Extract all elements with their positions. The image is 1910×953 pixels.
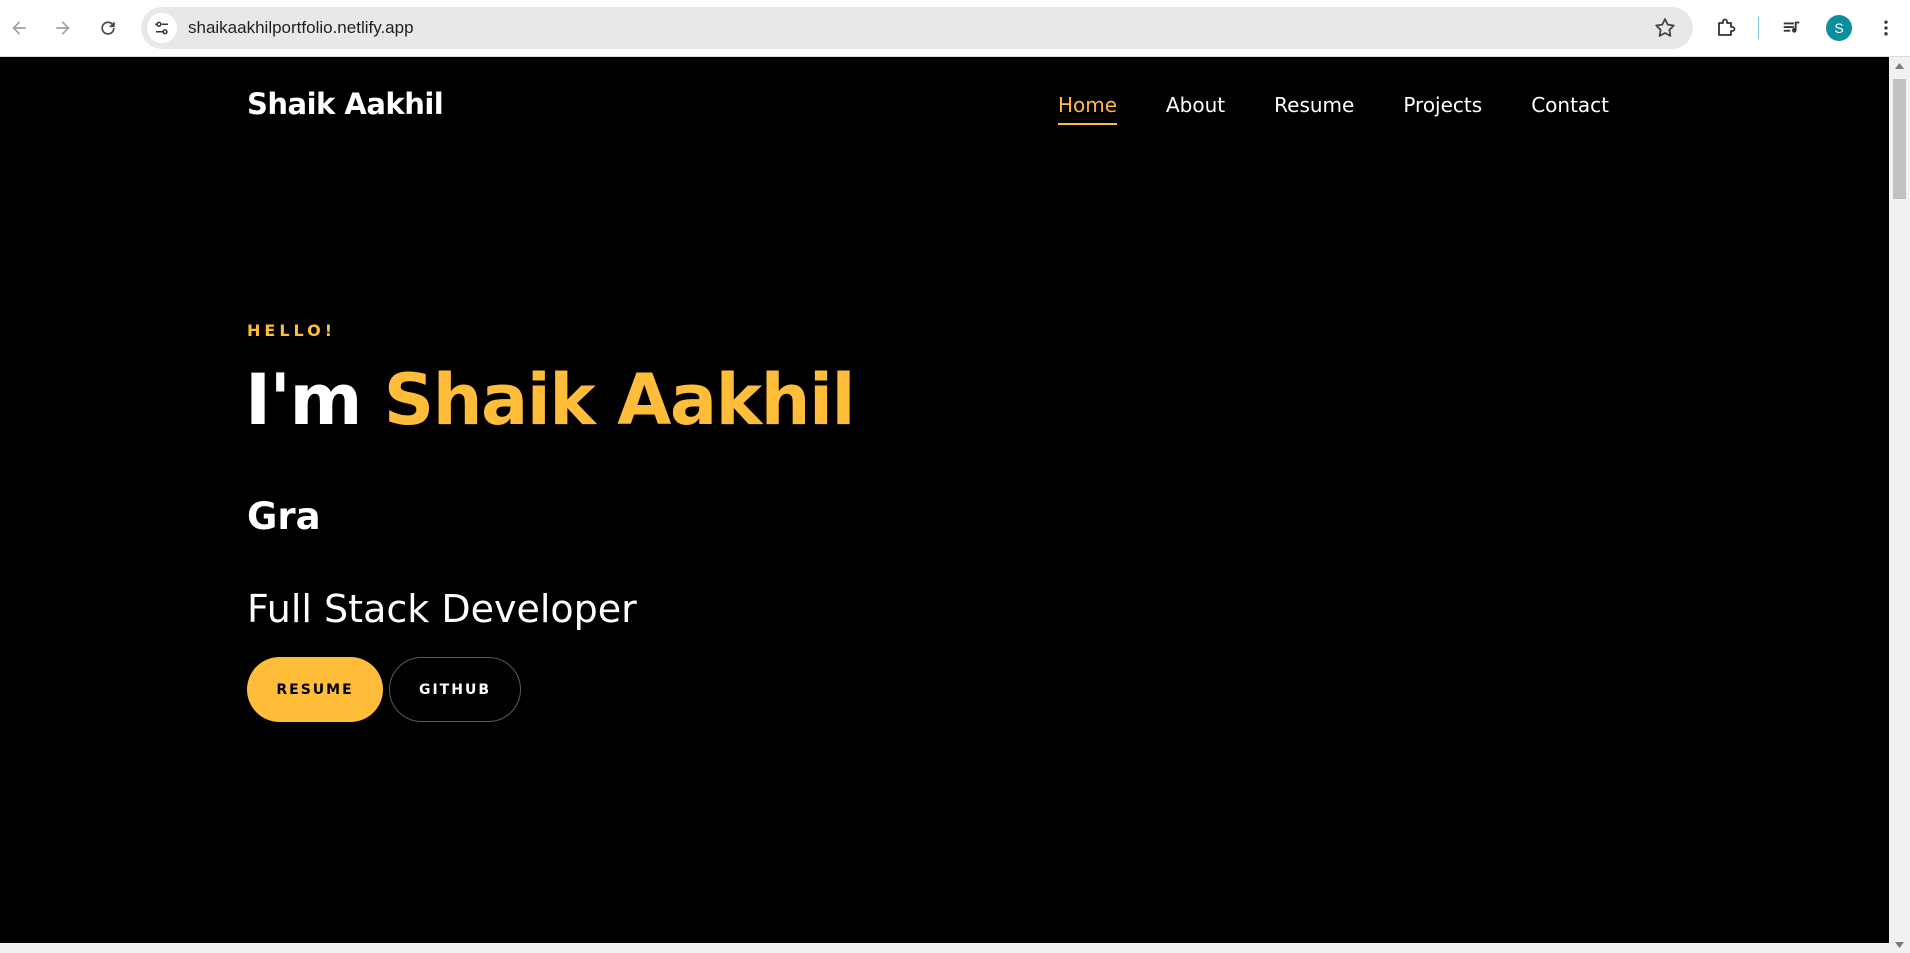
typed-text: Gra (247, 495, 321, 538)
resume-button[interactable]: RESUME (247, 657, 383, 722)
address-bar[interactable]: shaikaakhilportfolio.netlify.app (141, 7, 1693, 49)
reload-button[interactable] (92, 12, 124, 44)
arrow-left-icon (12, 21, 26, 35)
nav-item-projects[interactable]: Projects (1403, 87, 1482, 125)
nav-item-about[interactable]: About (1166, 87, 1225, 125)
nav-item-home[interactable]: Home (1057, 87, 1118, 125)
tune-icon (155, 21, 168, 35)
playlist-icon (1783, 21, 1800, 33)
hero-role: Full Stack Developer (247, 587, 637, 631)
back-button[interactable] (3, 12, 35, 44)
horizontal-scrollbar[interactable] (0, 943, 1889, 953)
github-button[interactable]: GITHUB (389, 657, 521, 722)
headline-prefix: I'm (245, 359, 362, 441)
forward-button[interactable] (47, 12, 79, 44)
hero-headline: I'm Shaik Aakhil (245, 359, 856, 441)
extensions-button[interactable] (1712, 14, 1740, 42)
scroll-down-arrow-icon[interactable] (1889, 936, 1910, 953)
media-button[interactable] (1778, 14, 1806, 42)
hero-greeting: HELLO! (247, 321, 337, 340)
more-vert-icon (1884, 20, 1888, 36)
url-text[interactable]: shaikaakhilportfolio.netlify.app (188, 7, 414, 49)
site-navigation: Home About Resume Projects Contact (1009, 87, 1609, 125)
site-brand[interactable]: Shaik Aakhil (247, 87, 444, 121)
scroll-up-arrow-icon[interactable] (1889, 57, 1910, 74)
reload-icon (101, 21, 115, 35)
vertical-scrollbar[interactable] (1889, 57, 1910, 953)
browser-toolbar: shaikaakhilportfolio.netlify.app S (0, 0, 1910, 57)
nav-item-contact[interactable]: Contact (1531, 87, 1609, 125)
puzzle-icon (1718, 18, 1736, 36)
site-info-button[interactable] (147, 13, 177, 43)
page-viewport: Shaik Aakhil Home About Resume Projects … (0, 57, 1889, 953)
toolbar-divider (1758, 17, 1759, 39)
scrollbar-thumb[interactable] (1893, 79, 1906, 199)
arrow-right-icon (56, 21, 70, 35)
star-icon[interactable] (1653, 16, 1677, 40)
profile-avatar[interactable]: S (1826, 15, 1852, 41)
headline-name: Shaik Aakhil (383, 359, 856, 441)
nav-item-resume[interactable]: Resume (1274, 87, 1354, 125)
menu-button[interactable] (1872, 14, 1900, 42)
